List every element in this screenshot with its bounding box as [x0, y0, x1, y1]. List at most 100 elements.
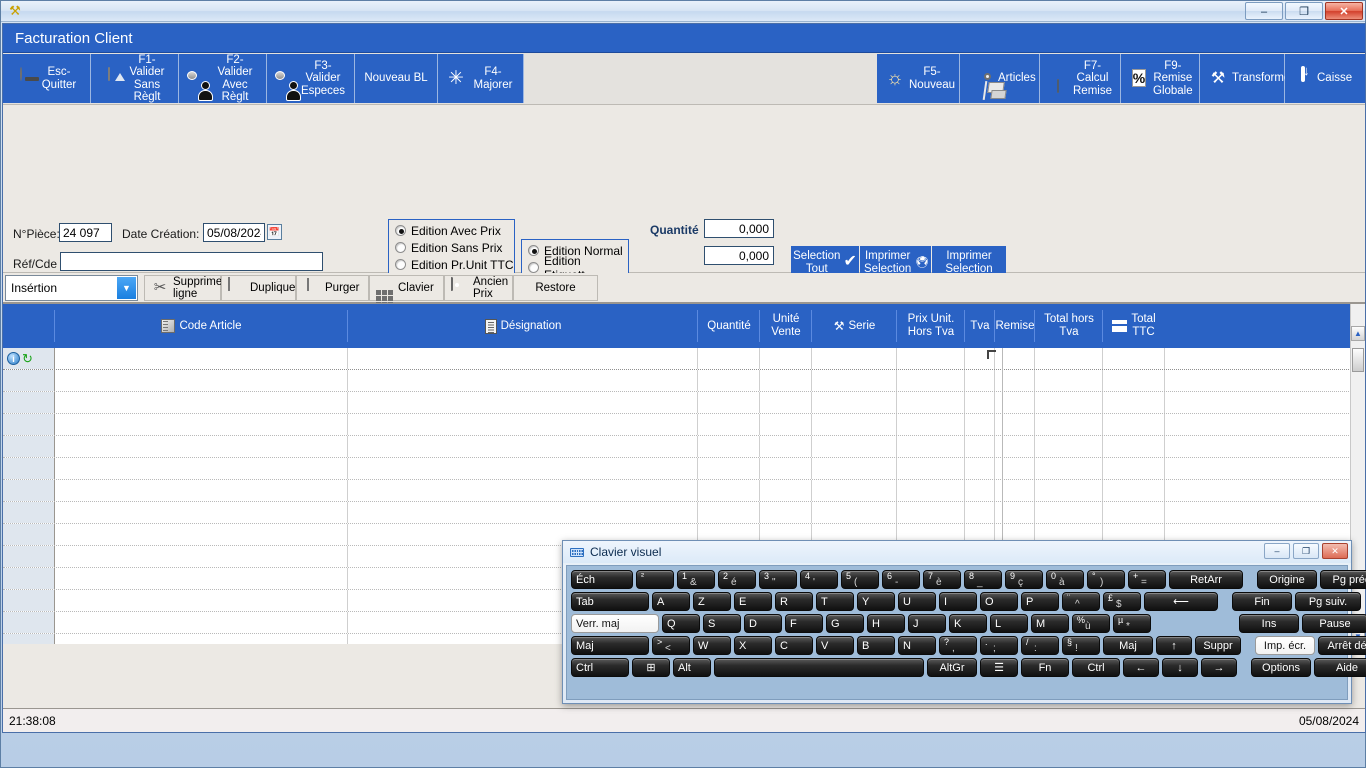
cell-tva[interactable]	[965, 392, 995, 413]
osk-key-a[interactable]: A	[652, 592, 690, 611]
osk-key-print-screen[interactable]: Imp. écr.	[1255, 636, 1315, 655]
osk-key-j[interactable]: J	[908, 614, 946, 633]
osk-key-ctrl-left[interactable]: Ctrl	[571, 658, 629, 677]
cell-unite-vente[interactable]	[760, 414, 812, 435]
scroll-thumb[interactable]	[1352, 348, 1364, 372]
cell-unite-vente[interactable]	[760, 392, 812, 413]
cell-total-ttc[interactable]	[1103, 370, 1165, 391]
osk-key-degree-paren[interactable]: °)	[1087, 570, 1125, 589]
osk-key-4-apos[interactable]: 4'	[800, 570, 838, 589]
row-handle-cell[interactable]	[3, 568, 55, 589]
cell-code-article[interactable]	[55, 634, 348, 644]
osk-key-insert[interactable]: Ins	[1239, 614, 1299, 633]
osk-key-0-agrave[interactable]: 0à	[1046, 570, 1084, 589]
cell-total-ttc[interactable]	[1103, 414, 1165, 435]
f7-calcul-remise-button[interactable]: F7-Calcul Remise	[1040, 54, 1121, 103]
table-row[interactable]	[3, 414, 1365, 436]
grid-col-total-hors-tva[interactable]: Total hors Tva	[1035, 304, 1103, 348]
cell-prix-unit-hors-tva[interactable]	[897, 414, 965, 435]
row-handle-cell[interactable]	[3, 546, 55, 567]
osk-key-pause[interactable]: Pause	[1302, 614, 1366, 633]
table-row[interactable]	[3, 392, 1365, 414]
cell-total-ttc[interactable]	[1103, 502, 1165, 523]
f5-nouveau-button[interactable]: ☼ F5-Nouveau	[877, 54, 960, 103]
osk-key-5-paren[interactable]: 5(	[841, 570, 879, 589]
osk-key-fn[interactable]: Fn	[1021, 658, 1069, 677]
cell-total-hors-tva[interactable]	[1035, 392, 1103, 413]
f4-majorer-button[interactable]: ✳ F4-Majorer	[438, 54, 524, 103]
transformer-button[interactable]: ⚒ Transformer	[1200, 54, 1285, 103]
cell-designation[interactable]	[348, 502, 698, 523]
osk-key-m[interactable]: M	[1031, 614, 1069, 633]
radio-edition-avec-prix[interactable]: Edition Avec Prix	[389, 222, 514, 239]
cell-prix-unit-hors-tva[interactable]	[897, 458, 965, 479]
cell-tva[interactable]	[965, 502, 995, 523]
osk-key-7-egrave[interactable]: 7è	[923, 570, 961, 589]
cell-code-article[interactable]	[55, 436, 348, 457]
radio-edition-pr-unit-ttc[interactable]: Edition Pr.Unit TTC	[389, 256, 514, 273]
cell-total-hors-tva[interactable]	[1035, 502, 1103, 523]
scroll-up-button[interactable]: ▲	[1351, 326, 1365, 341]
cell-unite-vente[interactable]	[760, 502, 812, 523]
clavier-button[interactable]: Clavier	[369, 275, 444, 301]
row-handle-cell[interactable]	[3, 392, 55, 413]
cell-remise[interactable]	[995, 414, 1035, 435]
osk-minimize-button[interactable]: –	[1264, 543, 1290, 559]
grid-col-unite-vente[interactable]: Unité Vente	[760, 304, 812, 348]
nouveau-bl-button[interactable]: Nouveau BL	[355, 54, 438, 103]
os-close-button[interactable]: ✕	[1325, 2, 1363, 20]
cell-serie[interactable]	[812, 414, 897, 435]
osk-key-arrow-right[interactable]: →	[1201, 658, 1237, 677]
os-minimize-button[interactable]: –	[1245, 2, 1283, 20]
f2-valider-avec-reglt-button[interactable]: F2-Valider Avec Règlt	[179, 54, 267, 103]
osk-key-2-eacute[interactable]: 2é	[718, 570, 756, 589]
osk-key-percent-ugrave[interactable]: %ù	[1072, 614, 1110, 633]
osk-key-space[interactable]	[714, 658, 924, 677]
cell-unite-vente[interactable]	[760, 480, 812, 501]
cell-remise[interactable]	[995, 392, 1035, 413]
osk-key-circumflex-diaeresis[interactable]: ¨^	[1062, 592, 1100, 611]
osk-key-greater-less[interactable]: ><	[652, 636, 690, 655]
cell-quantite[interactable]	[698, 392, 760, 413]
cell-total-hors-tva[interactable]	[1035, 458, 1103, 479]
cell-total-hors-tva[interactable]	[1035, 436, 1103, 457]
osk-key-superscript2[interactable]: ²	[636, 570, 674, 589]
cell-remise[interactable]	[995, 480, 1035, 501]
row-handle-cell[interactable]	[3, 370, 55, 391]
date-creation-input[interactable]	[203, 223, 265, 242]
supprimer-ligne-button[interactable]: ✂ Supprimer ligne	[144, 275, 221, 301]
cell-quantite[interactable]	[698, 348, 760, 369]
osk-key-caps-lock[interactable]: Verr. maj	[571, 614, 659, 633]
cell-total-ttc[interactable]	[1103, 436, 1165, 457]
row-handle-cell[interactable]	[3, 458, 55, 479]
cell-remise[interactable]	[995, 502, 1035, 523]
cell-remise[interactable]	[995, 348, 1035, 369]
quantite-input[interactable]	[704, 219, 774, 238]
osk-key-esc[interactable]: Éch	[571, 570, 633, 589]
cell-remise[interactable]	[995, 436, 1035, 457]
cell-code-article[interactable]	[55, 612, 348, 633]
osk-key-alt-left[interactable]: Alt	[673, 658, 711, 677]
cell-code-article[interactable]	[55, 546, 348, 567]
cell-prix-unit-hors-tva[interactable]	[897, 370, 965, 391]
cell-remise[interactable]	[995, 458, 1035, 479]
table-row[interactable]	[3, 436, 1365, 458]
osk-key-i[interactable]: I	[939, 592, 977, 611]
f3-valider-especes-button[interactable]: F3-Valider Especes	[267, 54, 355, 103]
osk-key-windows-left[interactable]: ⊞	[632, 658, 670, 677]
refresh-icon[interactable]: ↻	[22, 352, 33, 365]
osk-key-home[interactable]: Origine	[1257, 570, 1317, 589]
cell-quantite[interactable]	[698, 502, 760, 523]
osk-key-arrow-up[interactable]: ↑	[1156, 636, 1192, 655]
insertion-mode-select[interactable]: Insértion ▼	[5, 275, 138, 301]
osk-key-section-exclam[interactable]: §!	[1062, 636, 1100, 655]
ancien-prix-button[interactable]: Ancien Prix	[444, 275, 513, 301]
cell-unite-vente[interactable]	[760, 370, 812, 391]
osk-key-s[interactable]: S	[703, 614, 741, 633]
radio-edition-sans-prix[interactable]: Edition Sans Prix	[389, 239, 514, 256]
cell-total-ttc[interactable]	[1103, 480, 1165, 501]
quantite-secondary-input[interactable]	[704, 246, 774, 265]
cell-code-article[interactable]	[55, 414, 348, 435]
cell-code-article[interactable]	[55, 480, 348, 501]
cell-tva[interactable]	[965, 480, 995, 501]
